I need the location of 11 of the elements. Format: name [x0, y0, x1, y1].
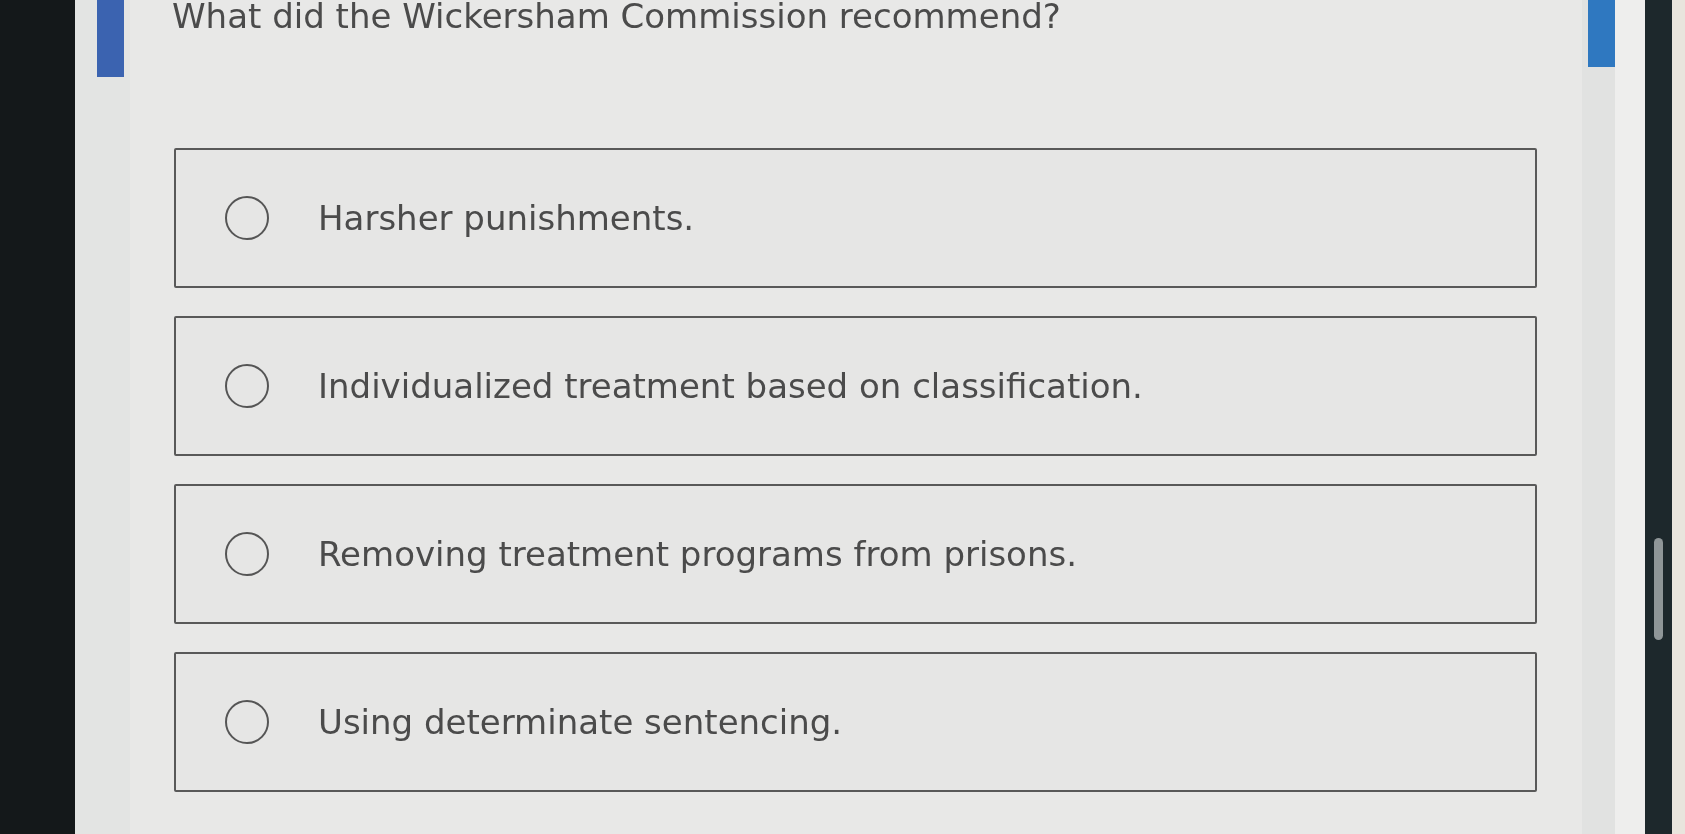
- answer-option[interactable]: Individualized treatment based on classification.: [174, 316, 1537, 456]
- answer-option[interactable]: Harsher punishments.: [174, 148, 1537, 288]
- radio-button[interactable]: [225, 700, 269, 744]
- radio-button[interactable]: [225, 532, 269, 576]
- answer-option[interactable]: Using determinate sentencing.: [174, 652, 1537, 792]
- question-text: What did the Wickersham Commission recommend?: [172, 0, 1061, 38]
- radio-button[interactable]: [225, 364, 269, 408]
- accent-bar: [1588, 0, 1615, 67]
- radio-button[interactable]: [225, 196, 269, 240]
- answer-option[interactable]: Removing treatment programs from prisons.: [174, 484, 1537, 624]
- scrollbar-thumb[interactable]: [1654, 538, 1663, 640]
